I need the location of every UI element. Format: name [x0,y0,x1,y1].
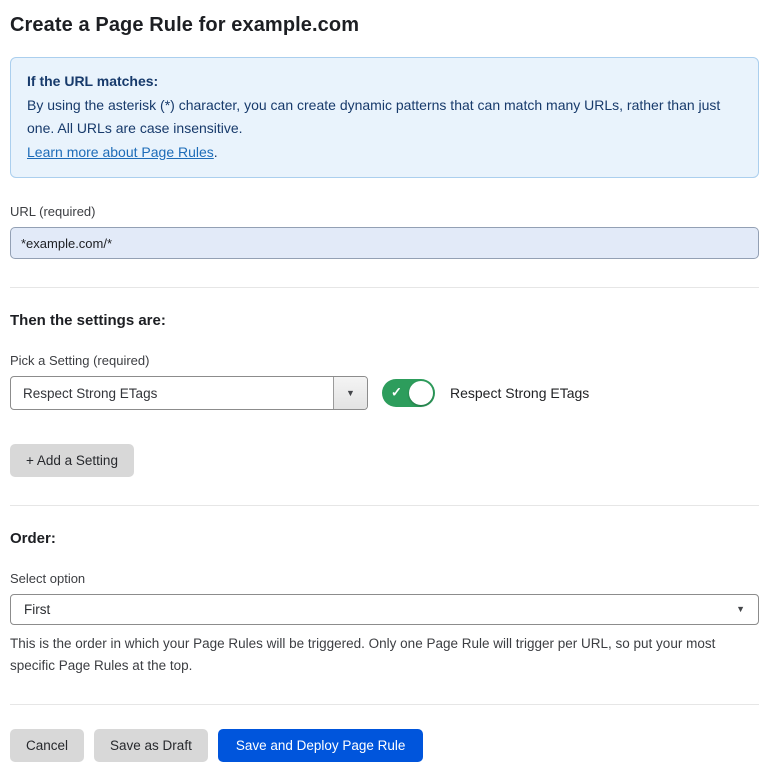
url-required-label: URL (required) [10,204,759,219]
setting-row: Respect Strong ETags ▼ ✓ Respect Strong … [10,376,759,410]
toggle-label: Respect Strong ETags [450,385,589,401]
cancel-button[interactable]: Cancel [10,729,84,762]
save-and-deploy-button[interactable]: Save and Deploy Page Rule [218,729,424,762]
add-setting-button[interactable]: + Add a Setting [10,444,134,477]
create-page-rule-form: Create a Page Rule for example.com If th… [0,0,769,780]
chevron-down-icon: ▼ [346,389,355,398]
pick-setting-label: Pick a Setting (required) [10,353,759,368]
learn-more-page-rules-link[interactable]: Learn more about Page Rules [27,144,214,160]
link-suffix-text: . [214,144,218,160]
respect-strong-etags-toggle[interactable]: ✓ [382,379,435,407]
check-icon: ✓ [391,385,402,401]
order-section-heading: Order: [10,530,759,547]
divider [10,704,759,705]
divider [10,287,759,288]
order-select-label: Select option [10,571,759,586]
setting-select-value: Respect Strong ETags [11,377,333,409]
url-match-info-box: If the URL matches: By using the asteris… [10,57,759,178]
page-title: Create a Page Rule for example.com [10,14,759,37]
form-footer: Cancel Save as Draft Save and Deploy Pag… [10,729,759,762]
info-box-link-line: Learn more about Page Rules. [27,141,742,165]
order-select-value: First [24,602,50,617]
info-box-body: By using the asterisk (*) character, you… [27,94,742,141]
settings-section-heading: Then the settings are: [10,312,759,329]
setting-select-dropdown-button[interactable]: ▼ [333,377,367,409]
toggle-knob [409,381,433,405]
save-as-draft-button[interactable]: Save as Draft [94,729,208,762]
info-box-heading: If the URL matches: [27,70,742,94]
order-help-text: This is the order in which your Page Rul… [10,633,759,676]
setting-select[interactable]: Respect Strong ETags ▼ [10,376,368,410]
order-select[interactable]: First ▼ [10,594,759,625]
divider [10,505,759,506]
url-input[interactable] [10,227,759,259]
chevron-down-icon: ▼ [736,605,745,614]
